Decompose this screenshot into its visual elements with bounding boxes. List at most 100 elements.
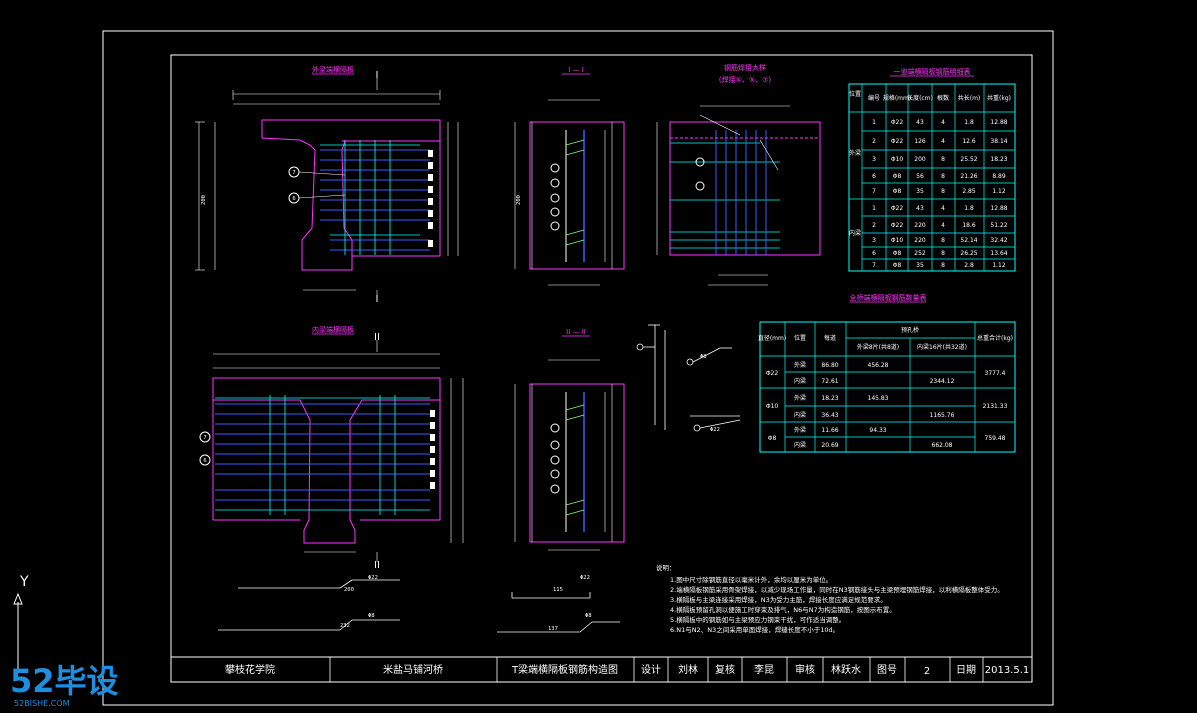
rebar-table-cell: 200 xyxy=(914,156,926,163)
svg-text:4.横隔板预留孔洞以便施工时穿束及排气，N6与N7为构造钢筋: 4.横隔板预留孔洞以便施工时穿束及排气，N6与N7为构造钢筋，按图示布置。 xyxy=(670,605,896,614)
rebar-table-cell: 43 xyxy=(916,205,924,212)
rebar-table-cell: 7 xyxy=(872,262,876,269)
svg-text:外梁8片(共8道): 外梁8片(共8道) xyxy=(857,343,899,351)
project-name: 米盐马铺河桥 xyxy=(383,663,443,676)
outer-diaphragm-outline xyxy=(261,119,441,271)
site-watermark-logo: 52毕设 52BISHE.COM xyxy=(10,662,119,708)
welding-detail-view: 钢筋焊接大样 (焊接④、⑤、⑦) xyxy=(656,63,821,286)
svg-text:位置: 位置 xyxy=(849,90,861,98)
rebar-table-cell: 38.14 xyxy=(990,138,1007,145)
school-name: 攀枝花学院 xyxy=(225,663,275,676)
summary-table-cell: 18.23 xyxy=(821,395,838,402)
svg-text:Φ22: Φ22 xyxy=(368,575,378,581)
section-1-outline xyxy=(529,121,625,270)
rebar-table-cell: 35 xyxy=(916,262,924,269)
date-label: 日期 xyxy=(956,664,976,676)
svg-text:6: 6 xyxy=(203,458,206,464)
reviewer-name: 林跃水 xyxy=(831,663,861,676)
title-block: 攀枝花学院 米盐马铺河桥 T梁端横隔板钢筋构造图 设计 刘林 复核 李昆 审核 … xyxy=(170,656,1033,683)
rebar-table-cell: 12.88 xyxy=(990,119,1007,126)
summary-table-cell: 36.43 xyxy=(821,412,838,419)
rebar-table-cell: Φ22 xyxy=(891,119,904,126)
rebar-table-cell: 1.12 xyxy=(992,262,1006,269)
summary-table-cell: 外梁 xyxy=(794,426,806,434)
svg-text:直径(mm): 直径(mm) xyxy=(758,334,786,342)
svg-text:2.端横隔板钢筋采用骨架焊接，以减少现场工作量，同时在N3钢: 2.端横隔板钢筋采用骨架焊接，以减少现场工作量，同时在N3钢筋接头与主梁预埋钢筋… xyxy=(670,585,1004,594)
svg-text:预孔桥: 预孔桥 xyxy=(901,326,919,334)
section-2-view: II — II xyxy=(514,328,625,551)
rebar-table-cell: Φ8 xyxy=(893,173,902,180)
rebar-detail-table: 一道端横隔板钢筋明细表 位置 编号 规格(mm) 长度(cm) 根数 共长(m)… xyxy=(848,67,1016,272)
rebar-table-cell: 1.8 xyxy=(964,205,974,212)
svg-text:232: 232 xyxy=(340,623,350,629)
summary-table-title: 全桥端横隔板钢筋数量表 xyxy=(850,293,927,302)
summary-table: 全桥端横隔板钢筋数量表 直径(mm) 位置 每道 预孔桥 总重合计(kg) 外梁… xyxy=(758,293,1016,453)
rebar-table-cell: 12.88 xyxy=(990,205,1007,212)
rebar-table-cell: 2 xyxy=(872,138,876,145)
outer-diaphragm-title: 外梁端横隔板 xyxy=(312,65,354,74)
notes-title: 说明： xyxy=(656,563,676,572)
rebar-table-cell: 220 xyxy=(914,222,926,229)
svg-text:200: 200 xyxy=(516,195,522,205)
svg-text:1.图中尺寸除钢筋直径以毫米计外，余均以厘米为单位。: 1.图中尺寸除钢筋直径以毫米计外，余均以厘米为单位。 xyxy=(670,575,832,584)
rebar-table-cell: 56 xyxy=(916,173,924,180)
rebar-table-cell: 4 xyxy=(941,138,945,145)
sheet-label: 图号 xyxy=(877,664,897,676)
summary-table-cell: 72.61 xyxy=(821,378,838,385)
summary-table-cell: Φ22 xyxy=(766,370,779,377)
rebar-table-cell: 8 xyxy=(941,188,945,195)
svg-text:II: II xyxy=(374,332,380,343)
rebar-table-cell: 52.14 xyxy=(960,237,977,244)
rebar-table-cell: 220 xyxy=(914,237,926,244)
rebar-table-cell: 18.6 xyxy=(962,222,976,229)
rebar-table-cell: 25.52 xyxy=(960,156,977,163)
section-1-view: I — I 200 xyxy=(514,66,625,286)
svg-text:5.横隔板中的钢筋如与主梁预应力钢束干扰，可作适当调整。: 5.横隔板中的钢筋如与主梁预应力钢束干扰，可作适当调整。 xyxy=(670,615,845,624)
summary-table-cell: 86.80 xyxy=(821,362,838,369)
svg-text:II: II xyxy=(374,560,380,571)
outer-end-diaphragm-view: 外梁端横隔板 7 6 200 I I xyxy=(195,65,459,305)
date-value: 2013.5.1 xyxy=(985,665,1030,676)
summary-table-cell: 94.33 xyxy=(869,427,886,434)
rebar-table-cell: 8.89 xyxy=(992,173,1006,180)
rebar-table-cell: 1.12 xyxy=(992,188,1006,195)
rebar-table-cell: 6 xyxy=(872,250,876,257)
svg-text:Φ8: Φ8 xyxy=(585,613,592,619)
summary-table-cell: 145.83 xyxy=(868,395,889,402)
summary-table-cell: 2131.33 xyxy=(983,403,1008,410)
rebar-table-cell: 3 xyxy=(872,156,876,163)
rebar-table-cell: 8 xyxy=(941,237,945,244)
svg-text:共长(m): 共长(m) xyxy=(958,94,981,102)
rebar-table-cell: Φ8 xyxy=(893,262,902,269)
welding-detail-outline xyxy=(669,121,821,256)
rebar-table-cell: 8 xyxy=(941,173,945,180)
rebar-table-cell: 8 xyxy=(941,262,945,269)
rebar-table-cell: 4 xyxy=(941,119,945,126)
rebar-table-cell: Φ10 xyxy=(891,237,904,244)
summary-table-cell: 内梁 xyxy=(794,411,806,419)
section-1-title: I — I xyxy=(568,66,584,74)
section-2-title: II — II xyxy=(566,328,586,336)
svg-text:长度(cm): 长度(cm) xyxy=(907,94,933,102)
inner-end-diaphragm-view: 内梁端横隔板 7 6 II II xyxy=(199,325,464,571)
rebar-table-cell: Φ22 xyxy=(891,138,904,145)
summary-table-cell: 759.48 xyxy=(985,435,1006,442)
summary-table-cell: Φ10 xyxy=(766,403,779,410)
drawing-title: T梁端横隔板钢筋构造图 xyxy=(511,663,618,676)
rebar-table-cell: 1.8 xyxy=(964,119,974,126)
svg-text:6.N1与N2、N3之间采用单面焊接，焊缝长度不小于10d。: 6.N1与N2、N3之间采用单面焊接，焊缝长度不小于10d。 xyxy=(670,625,839,634)
rebar-table-cell: 26.25 xyxy=(960,250,977,257)
cad-drawing-canvas[interactable]: 外梁端横隔板 7 6 200 I I I — I 200 钢筋焊接大样 (焊接④… xyxy=(0,0,1197,713)
rebar-table-cell: 126 xyxy=(914,138,926,145)
rebar-table-cell: Φ8 xyxy=(893,250,902,257)
rebar-table-cell: 4 xyxy=(941,205,945,212)
svg-text:7: 7 xyxy=(292,170,295,176)
summary-table-cell: 2344.12 xyxy=(930,378,955,385)
welding-detail-title: 钢筋焊接大样 xyxy=(724,63,766,72)
rebar-table-cell: 2 xyxy=(872,222,876,229)
rebar-table-title: 一道端横隔板钢筋明细表 xyxy=(894,67,971,76)
check-label: 复核 xyxy=(715,663,735,676)
rebar-table-cell: 2.85 xyxy=(962,188,976,195)
designer-name: 刘林 xyxy=(678,663,698,676)
svg-text:位置: 位置 xyxy=(794,334,806,342)
